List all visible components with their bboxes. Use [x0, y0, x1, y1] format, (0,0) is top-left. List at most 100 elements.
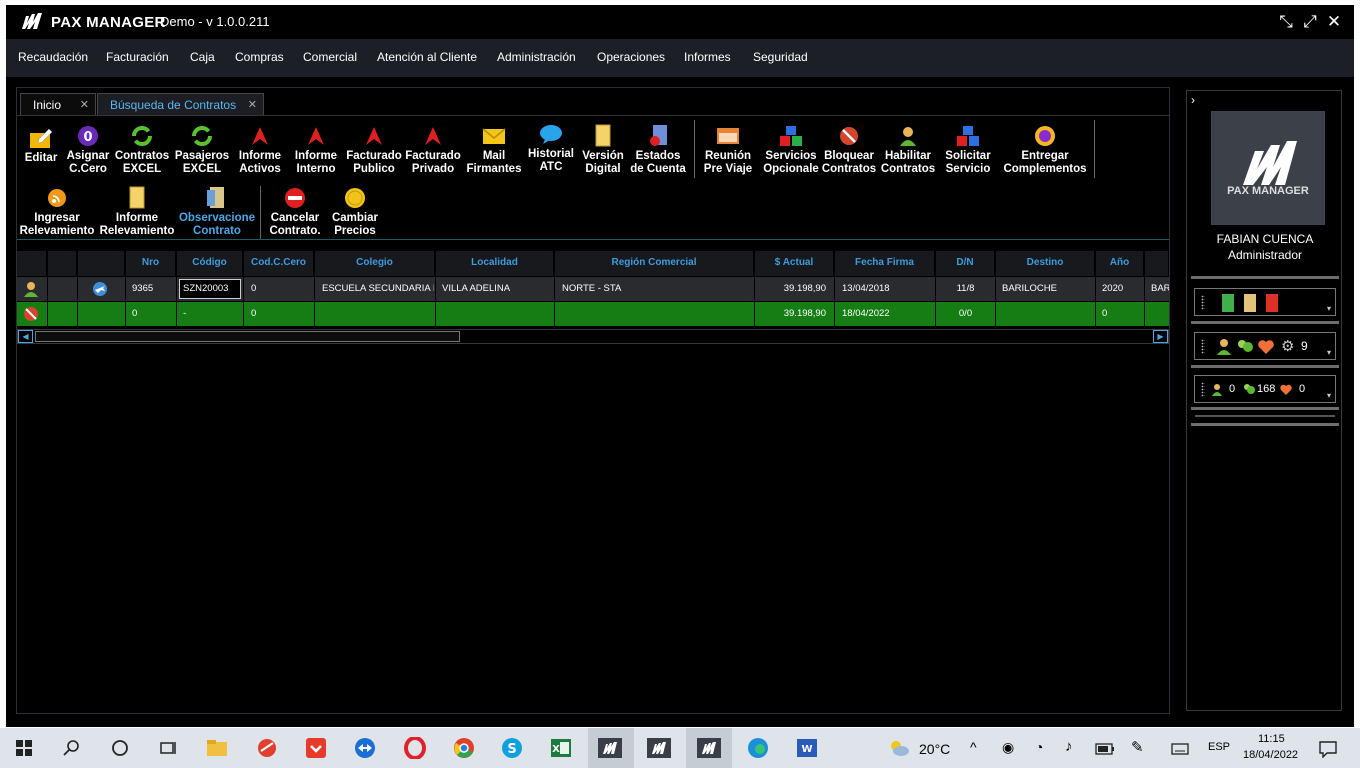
table-row-summary[interactable]: 0 - 0 39.198,90 18/04/2022 0/0 0	[17, 302, 1169, 326]
group-status-box[interactable]: ⚙ 9 ▾	[1194, 332, 1336, 360]
chevron-down-icon[interactable]: ▾	[1327, 304, 1331, 313]
airplane-icon[interactable]	[92, 277, 114, 301]
close-icon[interactable]: ✕	[248, 98, 257, 111]
solicitar-servicio-button[interactable]: Solicitar Servicio	[936, 124, 1000, 176]
chevron-down-icon[interactable]: ▾	[1327, 348, 1331, 357]
grid-header-nro[interactable]: Nro	[126, 251, 176, 276]
clock-date[interactable]: 18/04/2022	[1243, 749, 1298, 761]
download-manager-icon[interactable]	[304, 736, 328, 760]
red-document-icon[interactable]	[1265, 293, 1279, 318]
cambiar-precios-button[interactable]: Cambiar Precios	[323, 186, 387, 238]
menu-facturacion[interactable]: Facturación	[106, 50, 169, 64]
clock-time[interactable]: 11:15	[1258, 733, 1285, 745]
drag-handle[interactable]	[1201, 295, 1205, 310]
notifications-icon[interactable]	[1316, 737, 1340, 761]
menu-informes[interactable]: Informes	[684, 50, 731, 64]
menu-atencion-cliente[interactable]: Atención al Cliente	[377, 50, 477, 64]
menu-administracion[interactable]: Administración	[497, 50, 576, 64]
grid-header-region[interactable]: Región Comercial	[555, 251, 754, 276]
input-language[interactable]: ESP	[1208, 741, 1230, 753]
scroll-left-icon[interactable]: ◀	[18, 330, 33, 343]
contratos-excel-button[interactable]: Contratos EXCEL	[110, 124, 174, 176]
green-document-icon[interactable]	[1221, 293, 1235, 318]
grid-header-fecha-firma[interactable]: Fecha Firma	[835, 251, 935, 276]
search-icon[interactable]	[60, 736, 84, 760]
grid-header-colegio[interactable]: Colegio	[315, 251, 435, 276]
menu-seguridad[interactable]: Seguridad	[753, 50, 808, 64]
facturado-publico-button[interactable]: Facturado Publico	[342, 124, 406, 176]
cancelar-contrato-button[interactable]: Cancelar Contrato.	[263, 186, 327, 238]
task-view-icon[interactable]	[156, 736, 180, 760]
scroll-thumb[interactable]	[35, 331, 460, 342]
pasajeros-excel-button[interactable]: Pasajeros EXCEL	[170, 124, 234, 176]
menu-operaciones[interactable]: Operaciones	[597, 50, 665, 64]
collapse-chevron-icon[interactable]: ›	[1191, 93, 1195, 107]
estados-cuenta-button[interactable]: Estados de Cuenta	[626, 124, 690, 176]
informe-interno-button[interactable]: Informe Interno	[284, 124, 348, 176]
weather-temp[interactable]: 20°C	[919, 741, 950, 757]
grid-header-anio[interactable]: Año	[1096, 251, 1144, 276]
grid-header-destino[interactable]: Destino	[996, 251, 1095, 276]
location-icon[interactable]: ◉	[1002, 739, 1014, 756]
codigo-input[interactable]: SZN20003	[179, 279, 241, 299]
horizontal-scrollbar[interactable]: ◀ ▶	[17, 329, 1169, 344]
mail-firmantes-button[interactable]: Mail Firmantes	[462, 124, 526, 176]
grid-header-actual[interactable]: $ Actual	[755, 251, 834, 276]
grid-header-localidad[interactable]: Localidad	[436, 251, 554, 276]
cortana-icon[interactable]	[108, 736, 132, 760]
drag-handle[interactable]	[1201, 339, 1205, 354]
menu-caja[interactable]: Caja	[190, 50, 215, 64]
observaciones-contrato-button[interactable]: Observacione Contrato	[177, 186, 257, 238]
weather-icon[interactable]	[887, 736, 911, 760]
bloquear-contratos-button[interactable]: Bloquear Contratos	[817, 124, 881, 176]
ingresar-relevamiento-button[interactable]: Ingresar Relevamiento	[17, 186, 97, 238]
word-icon[interactable]: W	[795, 736, 819, 760]
servicios-opcionales-button[interactable]: Servicios Opcionale	[759, 124, 823, 176]
windows-start-icon[interactable]	[12, 736, 36, 760]
close-icon[interactable]: ✕	[1326, 13, 1342, 30]
pax-app-icon[interactable]	[697, 736, 721, 760]
beige-document-icon[interactable]	[1243, 293, 1257, 318]
pax-app-icon[interactable]	[598, 736, 622, 760]
habilitar-contratos-button[interactable]: Habilitar Contratos	[876, 124, 940, 176]
document-shortcuts-box[interactable]: ▾	[1194, 288, 1336, 316]
menu-recaudacion[interactable]: Recaudación	[18, 50, 88, 64]
teamviewer-icon[interactable]	[353, 736, 377, 760]
ccleaner-icon[interactable]	[255, 736, 279, 760]
tab-inicio[interactable]: Inicio ✕	[20, 93, 96, 115]
edit-icon	[28, 126, 54, 150]
grid-header-codigo[interactable]: Código	[177, 251, 243, 276]
facturado-privado-button[interactable]: Facturado Privado	[401, 124, 465, 176]
file-explorer-icon[interactable]	[205, 736, 229, 760]
chrome-icon[interactable]	[452, 736, 476, 760]
tab-busqueda-contratos[interactable]: Búsqueda de Contratos ✕	[97, 93, 264, 115]
table-row[interactable]: 9365 SZN20003 0 ESCUELA SECUNDARIA I VIL…	[17, 277, 1169, 301]
wifi-icon[interactable]: ◔	[1035, 739, 1043, 755]
edge-icon[interactable]	[746, 736, 770, 760]
volume-icon[interactable]: ♪	[1065, 738, 1073, 755]
battery-icon[interactable]	[1093, 737, 1117, 761]
pax-app-icon[interactable]	[647, 736, 671, 760]
excel-icon[interactable]: X	[549, 736, 573, 760]
opera-icon[interactable]	[403, 736, 427, 760]
grid-header-dn[interactable]: D/N	[936, 251, 995, 276]
pen-icon[interactable]: ✎	[1131, 738, 1144, 756]
restore-icon[interactable]: ⤢	[1302, 13, 1318, 30]
menu-compras[interactable]: Compras	[235, 50, 284, 64]
menu-comercial[interactable]: Comercial	[303, 50, 357, 64]
close-icon[interactable]: ✕	[80, 98, 89, 111]
tray-chevron-up-icon[interactable]: ^	[970, 739, 977, 755]
informe-activos-button[interactable]: Informe Activos	[228, 124, 292, 176]
counters-box[interactable]: 0 168 0 ▾	[1194, 375, 1336, 403]
chevron-down-icon[interactable]: ▾	[1327, 391, 1331, 400]
minimize-icon[interactable]: ⤡	[1278, 13, 1294, 30]
keyboard-icon[interactable]	[1168, 737, 1192, 761]
reunion-previaje-button[interactable]: Reunión Pre Viaje	[696, 124, 760, 176]
grid-header-codccero[interactable]: Cod.C.Cero	[244, 251, 314, 276]
informe-relevamiento-button[interactable]: Informe Relevamiento	[97, 186, 177, 238]
skype-icon[interactable]: S	[500, 736, 524, 760]
scroll-right-icon[interactable]: ▶	[1153, 330, 1168, 343]
gear-icon[interactable]: ⚙	[1281, 337, 1294, 355]
entregar-complementos-button[interactable]: Entregar Complementos	[1002, 124, 1088, 176]
drag-handle[interactable]	[1201, 382, 1205, 397]
